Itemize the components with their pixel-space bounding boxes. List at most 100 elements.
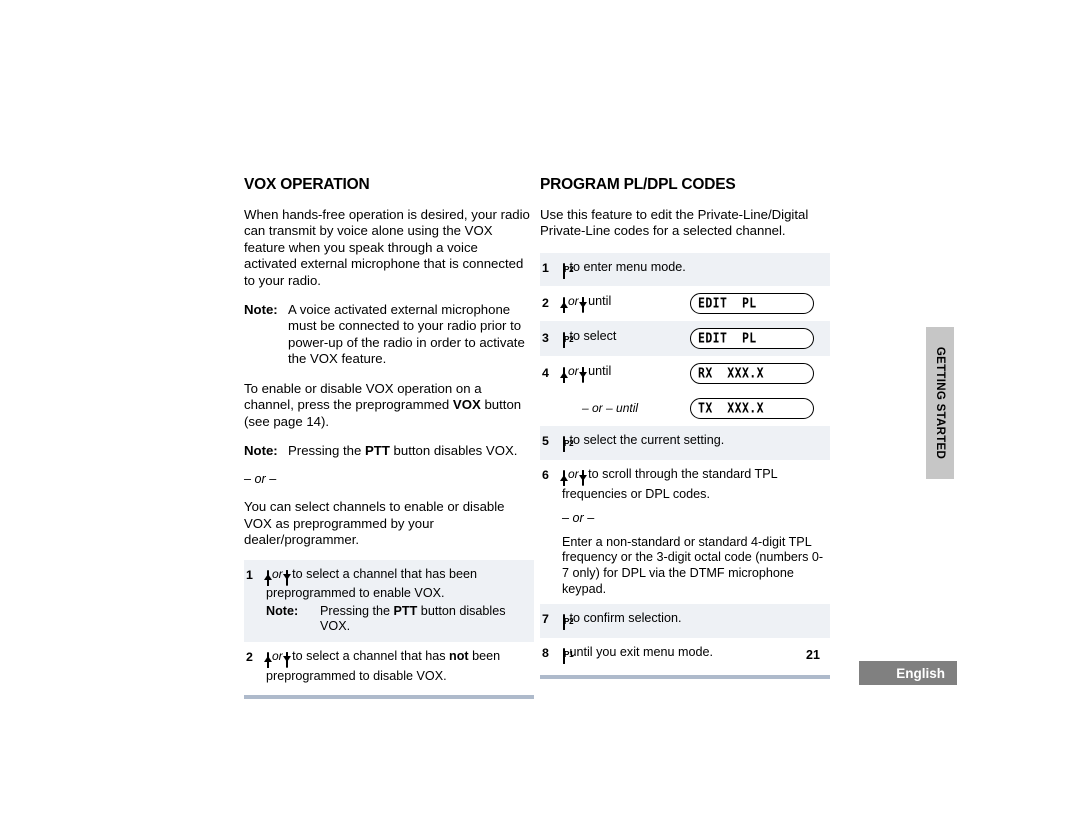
- manual-page: VOX OPERATION When hands-free operation …: [0, 0, 1080, 834]
- down-arrow-button-icon[interactable]: [285, 651, 288, 669]
- step-number: 2: [542, 296, 549, 311]
- step-number: 5: [542, 434, 549, 449]
- step-text: to scroll through the standard TPL frequ…: [562, 467, 778, 501]
- section-divider-left: [244, 695, 534, 700]
- vox-step-list: 1 or to select a channel that has been p…: [244, 559, 534, 700]
- list-item[interactable]: 1 P2 to enter menu mode.: [540, 252, 830, 287]
- vox-enable-paragraph: To enable or disable VOX operation on a …: [244, 381, 534, 430]
- step-instruction: or until: [562, 364, 690, 384]
- vox-bold-keyword: VOX: [452, 397, 481, 413]
- step-number: 1: [542, 260, 549, 275]
- step-number: 6: [542, 468, 549, 483]
- note-text: Pressing the PTT button disables VOX.: [320, 604, 532, 635]
- step-text: to confirm selection.: [566, 611, 682, 626]
- p2-button-icon[interactable]: P2: [563, 614, 574, 631]
- p2-button-icon[interactable]: P2: [563, 262, 574, 280]
- vox-enable-text-a: To enable or disable VOX operation on a …: [244, 380, 482, 413]
- step-body: or to select a channel that has not been…: [266, 649, 532, 684]
- list-item[interactable]: 8 P1 until you exit menu mode.: [540, 638, 830, 672]
- step-number: 8: [542, 645, 549, 660]
- up-arrow-button-icon[interactable]: [267, 569, 269, 587]
- step-instruction: P2 to select: [562, 329, 690, 349]
- side-tab-label: GETTING STARTED: [934, 346, 947, 460]
- side-tab-getting-started: GETTING STARTED: [926, 327, 954, 479]
- or-label: or: [568, 467, 579, 482]
- step-number: 4: [542, 366, 549, 381]
- step-text: until you exit menu mode.: [566, 644, 714, 659]
- step-instruction: P1 until you exit menu mode.: [562, 645, 828, 665]
- list-item[interactable]: 2 or to select a channel that has not be…: [244, 642, 534, 691]
- step-instruction: or to scroll through the standard TPL fr…: [562, 467, 828, 502]
- down-arrow-button-icon[interactable]: [285, 569, 288, 587]
- list-item-alternate[interactable]: – or – until TX XXX.X: [540, 391, 830, 426]
- step-text: to select: [566, 329, 617, 344]
- left-column: VOX OPERATION When hands-free operation …: [244, 176, 534, 700]
- not-keyword: not: [449, 648, 469, 663]
- note-text-b: button disables VOX.: [389, 442, 518, 458]
- step-sub-note: Note: Pressing the PTT button disables V…: [266, 604, 532, 635]
- step-instruction: P2 to select the current setting.: [562, 433, 828, 453]
- up-arrow-button-icon[interactable]: [563, 367, 565, 384]
- lcd-text: TX XXX.X: [698, 400, 764, 416]
- note-label: Note:: [244, 302, 278, 318]
- list-item[interactable]: 5 P2 to select the current setting.: [540, 426, 830, 461]
- step-instruction: P2 to enter menu mode.: [562, 260, 828, 280]
- page-number: 21: [806, 648, 820, 662]
- list-item[interactable]: 7 P2 to confirm selection.: [540, 604, 830, 638]
- note-label: Note:: [244, 442, 278, 458]
- step-body: or to select a channel that has been pre…: [266, 567, 532, 635]
- step-text: until: [584, 294, 612, 309]
- section-divider-right: [540, 675, 830, 680]
- lcd-text: EDIT PL: [698, 295, 757, 311]
- p2-button-icon[interactable]: P2: [563, 436, 574, 453]
- step-number: 7: [542, 612, 549, 627]
- lcd-display: EDIT PL: [690, 293, 814, 315]
- step-body: P2 to select the current setting.: [562, 433, 828, 453]
- step-body: P1 until you exit menu mode.: [562, 645, 828, 665]
- down-arrow-button-icon[interactable]: [581, 367, 584, 384]
- note-label: Note:: [266, 603, 299, 618]
- p2-button-icon[interactable]: P2: [563, 332, 574, 349]
- list-item[interactable]: 3 P2 to select EDIT PL: [540, 321, 830, 357]
- step-text: to select the current setting.: [566, 433, 725, 448]
- up-arrow-button-icon[interactable]: [267, 651, 269, 669]
- note-text: Pressing the PTT button disables VOX.: [288, 443, 534, 459]
- step-extra-text: Enter a non-standard or standard 4-digit…: [562, 534, 824, 596]
- vox-dealer-paragraph: You can select channels to enable or dis…: [244, 499, 505, 548]
- step-body: P2 to confirm selection.: [562, 611, 828, 631]
- note-text-a: Pressing the: [320, 603, 394, 618]
- list-item[interactable]: 6 or to scroll through the standard TPL …: [540, 460, 830, 604]
- down-arrow-button-icon[interactable]: [581, 470, 584, 487]
- page-title-pldpl: PROGRAM PL/DPL CODES: [540, 176, 736, 193]
- or-separator-left: – or –: [244, 472, 277, 487]
- step-body: or to scroll through the standard TPL fr…: [562, 467, 828, 597]
- step-number: 3: [542, 331, 549, 346]
- note-text-a: Pressing the: [288, 442, 365, 458]
- up-arrow-button-icon[interactable]: [563, 470, 565, 487]
- step-body: P2 to enter menu mode.: [562, 260, 828, 280]
- step-instruction: or to select a channel that has been pre…: [266, 567, 532, 602]
- list-item[interactable]: 4 or until RX XXX.X: [540, 356, 830, 391]
- or-label: or: [568, 294, 579, 309]
- language-badge: English: [859, 661, 957, 685]
- lcd-text: EDIT PL: [698, 330, 757, 346]
- step-number: 2: [246, 649, 253, 664]
- list-item[interactable]: 1 or to select a channel that has been p…: [244, 559, 534, 642]
- pldpl-step-list: 1 P2 to enter menu mode. 2 or until EDIT…: [540, 252, 830, 680]
- note-text: A voice activated external microphone mu…: [288, 302, 525, 367]
- lcd-display: EDIT PL: [690, 328, 814, 350]
- right-column: PROGRAM PL/DPL CODES Use this feature to…: [540, 176, 830, 680]
- list-item[interactable]: 2 or until EDIT PL: [540, 286, 830, 321]
- step-text-a: to select a channel that has: [288, 648, 449, 663]
- or-until-text: – or – until: [582, 401, 639, 416]
- or-label: or: [272, 566, 283, 581]
- vox-intro-paragraph: When hands-free operation is desired, yo…: [244, 207, 530, 288]
- p1-button-icon[interactable]: P1: [563, 647, 574, 665]
- or-label: or: [568, 364, 579, 379]
- step-instruction: P2 to confirm selection.: [562, 611, 828, 631]
- or-until-label: – or – until: [562, 401, 690, 417]
- up-arrow-button-icon[interactable]: [563, 297, 565, 314]
- vox-note-1: Note: A voice activated external microph…: [244, 302, 534, 368]
- down-arrow-button-icon[interactable]: [581, 297, 584, 314]
- lcd-text: RX XXX.X: [698, 365, 764, 381]
